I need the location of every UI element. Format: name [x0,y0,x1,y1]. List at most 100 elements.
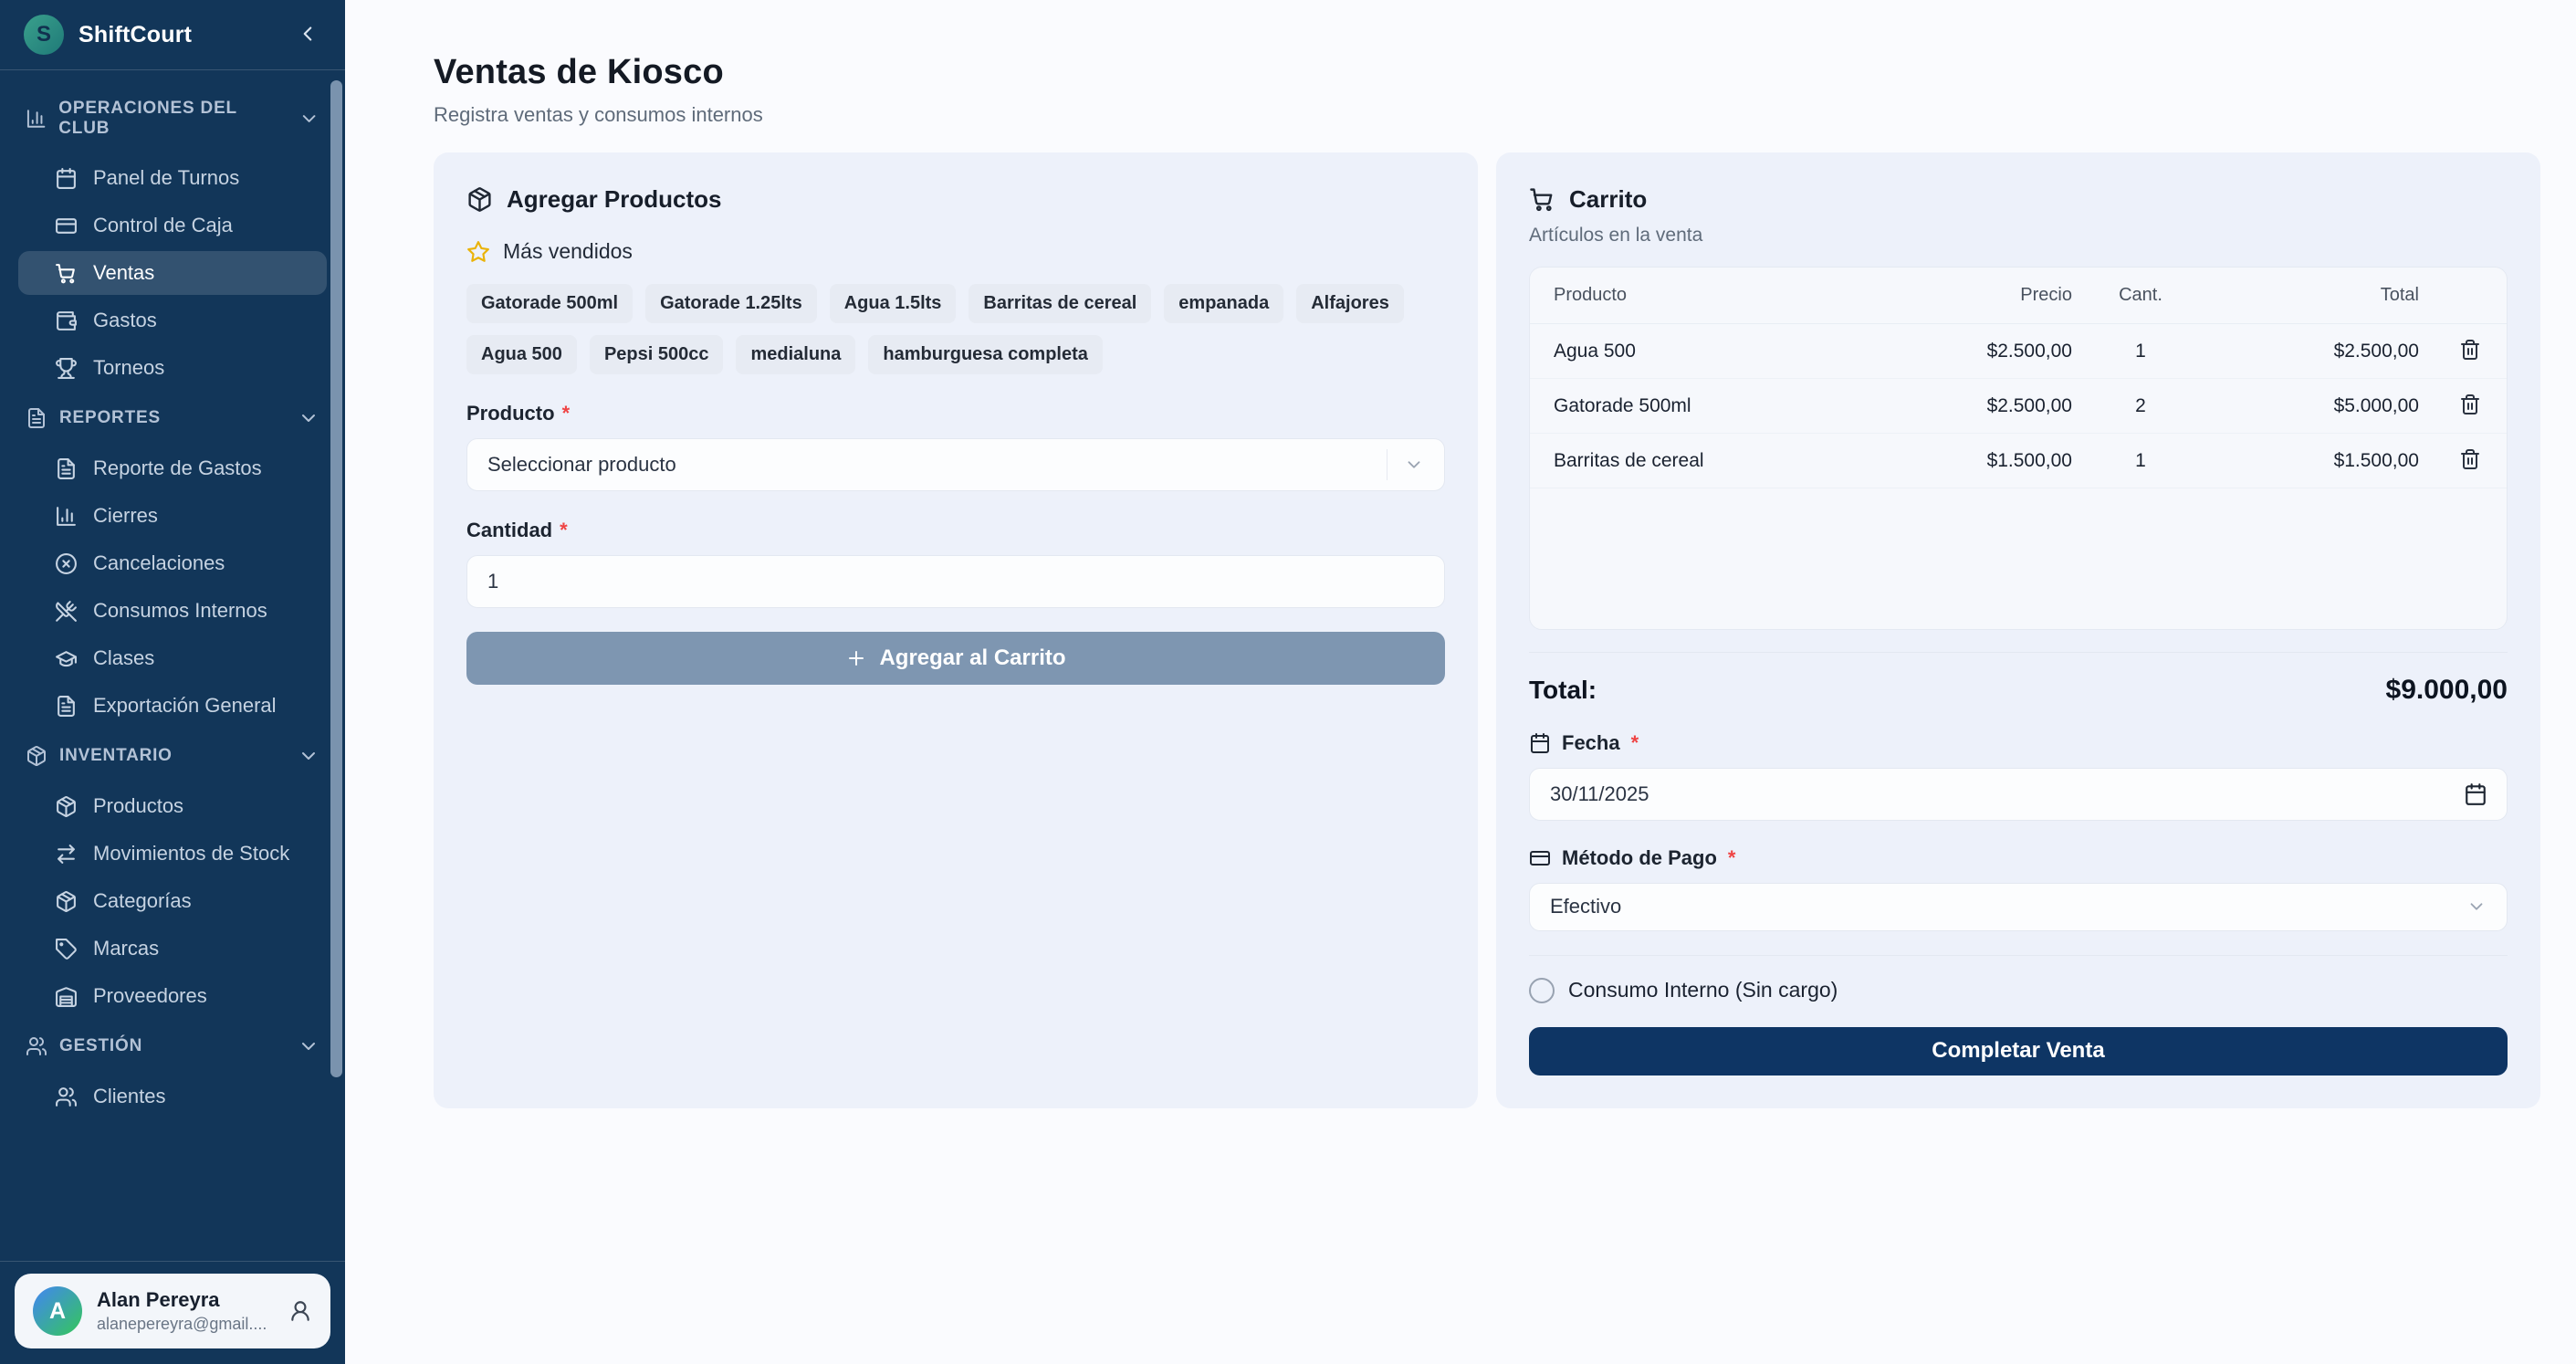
user-card[interactable]: A Alan Pereyra alanepereyra@gmail.... [15,1274,330,1348]
chip-empanada[interactable]: empanada [1164,284,1283,323]
col-producto: Producto [1554,285,1899,306]
chip-hamburguesa-completa[interactable]: hamburguesa completa [868,335,1103,374]
cart-table-header: Producto Precio Cant. Total [1530,268,2507,324]
chip-alfajores[interactable]: Alfajores [1296,284,1404,323]
users-icon [55,1086,78,1108]
payment-method-select[interactable]: Efectivo [1529,883,2508,931]
item-total: $2.500,00 [2209,341,2419,362]
chip-gatorade-1-25lts[interactable]: Gatorade 1.25lts [645,284,817,323]
sidebar-collapse-button[interactable] [294,21,321,48]
nav-section-label: GESTIÓN [59,1036,142,1056]
total-value: $9.000,00 [2386,675,2508,706]
delete-item-button[interactable] [2457,393,2483,419]
nav-section-label: REPORTES [59,408,161,428]
sidebar-item-clases[interactable]: Clases [18,636,327,680]
cart-subtitle: Artículos en la venta [1529,225,2508,247]
sidebar-item-ventas[interactable]: Ventas [18,251,327,295]
nav-section-gestion[interactable]: GESTIÓN [18,1022,327,1071]
add-products-panel: Agregar Productos Más vendidos Gatorade … [434,152,1478,1108]
page-title: Ventas de Kiosco [434,53,2540,92]
delete-item-button[interactable] [2457,448,2483,474]
chip-medialuna[interactable]: medialuna [736,335,855,374]
item-price: $2.500,00 [1899,395,2072,417]
calendar-icon [55,167,78,190]
chip-agua-1-5lts[interactable]: Agua 1.5lts [830,284,957,323]
sidebar-item-label: Panel de Turnos [93,166,239,190]
item-name: Gatorade 500ml [1554,395,1899,417]
cart-row-gatorade-500ml: Gatorade 500ml$2.500,002$5.000,00 [1530,379,2507,434]
add-to-cart-button[interactable]: Agregar al Carrito [466,632,1445,685]
chevron-down-icon [2466,897,2487,917]
sidebar-item-label: Control de Caja [93,214,233,237]
app-name: ShiftCourt [79,22,279,48]
sidebar-item-control-de-caja[interactable]: Control de Caja [18,204,327,247]
sidebar-item-label: Gastos [93,309,157,332]
sidebar-item-label: Torneos [93,356,164,380]
sidebar-item-gastos[interactable]: Gastos [18,299,327,342]
chip-gatorade-500ml[interactable]: Gatorade 500ml [466,284,633,323]
item-qty: 2 [2072,395,2209,417]
date-label: Fecha * [1529,731,2508,755]
item-qty: 1 [2072,450,2209,472]
credit-card-icon [55,215,78,237]
total-label: Total: [1529,676,1597,705]
sidebar-item-torneos[interactable]: Torneos [18,346,327,390]
cart-title: Carrito [1529,185,2508,214]
chip-pepsi-500cc[interactable]: Pepsi 500cc [590,335,724,374]
sidebar-item-label: Movimientos de Stock [93,842,289,866]
sidebar-item-proveedores[interactable]: Proveedores [18,974,327,1018]
avatar: A [33,1286,82,1336]
chip-agua-500[interactable]: Agua 500 [466,335,577,374]
sidebar-item-productos[interactable]: Productos [18,784,327,828]
payment-method-value: Efectivo [1550,895,1621,918]
main-content: Ventas de Kiosco Registra ventas y consu… [345,0,2576,1364]
sidebar-footer: A Alan Pereyra alanepereyra@gmail.... [0,1261,345,1364]
bar-chart-icon [55,505,78,528]
sidebar-item-exportacion-general[interactable]: Exportación General [18,684,327,728]
sidebar-item-consumos-internos[interactable]: Consumos Internos [18,589,327,633]
item-total: $5.000,00 [2209,395,2419,417]
chevron-down-icon [298,745,319,767]
product-select[interactable]: Seleccionar producto [466,438,1445,491]
plus-icon [845,647,867,669]
sidebar-item-marcas[interactable]: Marcas [18,927,327,971]
sidebar-item-label: Categorías [93,889,192,913]
col-precio: Precio [1899,285,2072,306]
internal-consumption-option[interactable]: Consumo Interno (Sin cargo) [1529,978,2508,1003]
item-price: $1.500,00 [1899,450,2072,472]
chip-barritas-de-cereal[interactable]: Barritas de cereal [969,284,1151,323]
sidebar-header: AS ShiftCourt [0,0,345,70]
date-input[interactable] [1529,768,2508,821]
delete-item-button[interactable] [2457,339,2483,364]
quantity-input[interactable] [466,555,1445,608]
package-icon [466,186,493,213]
trash-icon [2459,448,2481,470]
complete-sale-button[interactable]: Completar Venta [1529,1027,2508,1075]
nav-section-inventario[interactable]: INVENTARIO [18,731,327,781]
sidebar-scrollbar[interactable] [330,80,342,1077]
sidebar-item-clientes[interactable]: Clientes [18,1075,327,1118]
users-icon [26,1035,47,1057]
sidebar-item-cancelaciones[interactable]: Cancelaciones [18,541,327,585]
nav-section-operaciones-del-club[interactable]: OPERACIONES DEL CLUB [18,85,327,152]
sidebar-item-reporte-de-gastos[interactable]: Reporte de Gastos [18,446,327,490]
file-text-icon [26,407,47,429]
required-mark: * [1728,846,1736,870]
sidebar-item-movimientos-de-stock[interactable]: Movimientos de Stock [18,832,327,876]
best-sellers-chips: Gatorade 500ml Gatorade 1.25lts Agua 1.5lt… [466,284,1445,374]
sidebar-item-panel-de-turnos[interactable]: Panel de Turnos [18,156,327,200]
col-cant: Cant. [2072,285,2209,306]
item-total: $1.500,00 [2209,450,2419,472]
package-icon [55,890,78,913]
best-sellers-label: Más vendidos [466,239,1445,264]
product-label: Producto * [466,402,1445,425]
bar-chart-icon [26,108,47,130]
item-price: $2.500,00 [1899,341,2072,362]
sidebar-item-categorias[interactable]: Categorías [18,879,327,923]
nav-section-reportes[interactable]: REPORTES [18,393,327,443]
file-text-icon [55,457,78,480]
sidebar-item-cierres[interactable]: Cierres [18,494,327,538]
chevron-down-icon [298,108,319,130]
radio-button[interactable] [1529,978,1555,1003]
required-mark: * [1631,731,1639,755]
